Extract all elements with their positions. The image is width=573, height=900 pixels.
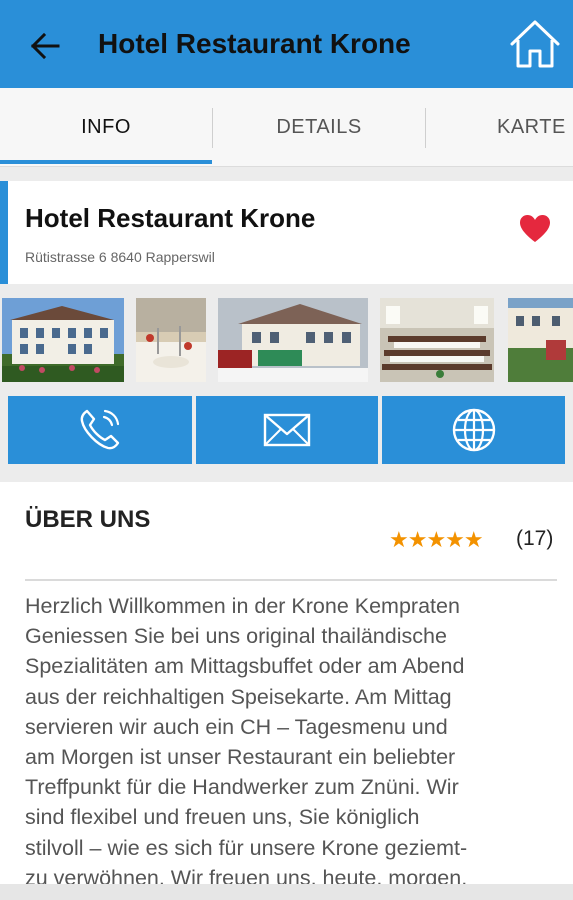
description-line: Treffpunkt für die Handwerker zum Znüni.… <box>25 775 459 800</box>
app-bar: Hotel Restaurant Krone <box>0 0 573 88</box>
hotel-exterior-photo[interactable] <box>2 298 124 382</box>
heart-icon <box>520 215 550 242</box>
phone-icon <box>80 409 120 450</box>
globe-icon <box>452 408 495 452</box>
tab-bar: INFO DETAILS KARTE <box>0 88 573 167</box>
mail-icon <box>263 413 311 447</box>
email-button[interactable] <box>196 396 378 464</box>
description-line: sind flexibel und freuen uns, Sie königl… <box>25 805 420 830</box>
favorite-button[interactable] <box>519 214 551 249</box>
hotel-winter-photo[interactable] <box>218 298 368 382</box>
description-line: Spezialitäten am Mittagsbuffet oder am A… <box>25 654 465 679</box>
contact-actions <box>0 396 573 464</box>
dining-room-photo[interactable] <box>380 298 494 382</box>
card-accent-bar <box>0 181 8 284</box>
description-line: Herzlich Willkommen in der Krone Kemprat… <box>25 594 460 618</box>
tab-details[interactable]: DETAILS <box>213 88 425 166</box>
tab-karte[interactable]: KARTE <box>426 88 573 166</box>
about-description: Herzlich Willkommen in der Krone Kemprat… <box>25 591 565 893</box>
home-icon <box>510 20 560 68</box>
terrace-photo[interactable] <box>508 298 573 382</box>
description-line: servieren wir auch ein CH – Tagesmenu un… <box>25 714 448 739</box>
description-line: aus der reichhaltigen Speisekarte. Am Mi… <box>25 684 452 709</box>
hotel-header-card: Hotel Restaurant Krone Rütistrasse 6 864… <box>0 181 573 284</box>
rating-stars: ★★★★★ <box>389 527 484 552</box>
about-title: ÜBER UNS <box>25 506 151 533</box>
restaurant-table-photo[interactable] <box>136 298 206 382</box>
back-button[interactable] <box>24 26 66 66</box>
section-divider <box>25 579 557 581</box>
photo-gallery[interactable] <box>0 298 573 382</box>
call-button[interactable] <box>8 396 192 464</box>
hotel-address: Rütistrasse 6 8640 Rapperswil <box>25 249 215 265</box>
about-section: ÜBER UNS ★★★★★ (17) Herzlich Willkommen … <box>0 482 573 900</box>
tab-info[interactable]: INFO <box>0 88 212 166</box>
website-button[interactable] <box>382 396 565 464</box>
description-line: am Morgen ist unser Restaurant ein belie… <box>25 745 456 770</box>
rating-count: (17) <box>516 527 554 550</box>
bottom-edge <box>0 884 573 900</box>
arrow-left-icon <box>30 33 60 59</box>
home-button[interactable] <box>508 18 562 70</box>
description-line: stilvoll – wie es sich für unsere Krone … <box>25 835 468 860</box>
page-title: Hotel Restaurant Krone <box>98 28 411 59</box>
hotel-name: Hotel Restaurant Krone <box>25 203 316 233</box>
description-line: Geniessen Sie bei uns original thailändi… <box>25 624 447 649</box>
active-tab-indicator <box>0 160 212 164</box>
